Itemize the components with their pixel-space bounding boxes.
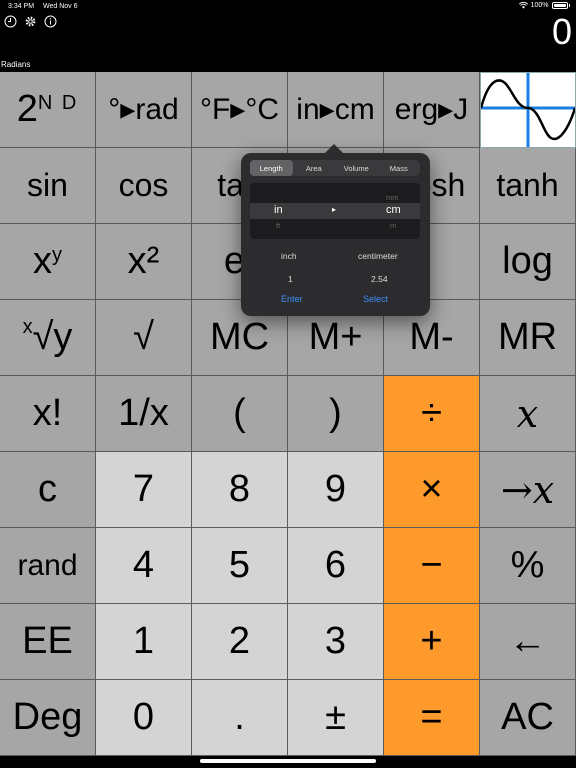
- tanh-button[interactable]: tanh: [480, 148, 576, 224]
- from-unit-below: ft: [276, 221, 281, 230]
- tab-length[interactable]: Length: [250, 160, 293, 176]
- toolbar-icons: [4, 15, 57, 28]
- x-variable-button[interactable]: x: [480, 376, 576, 452]
- enter-button[interactable]: Enter: [281, 294, 303, 304]
- all-clear-button[interactable]: AC: [480, 680, 576, 756]
- x-squared-button[interactable]: x²: [96, 224, 192, 300]
- select-button[interactable]: Select: [363, 294, 388, 304]
- to-unit-name: centimeter: [358, 251, 398, 261]
- tab-area[interactable]: Area: [293, 160, 336, 176]
- battery-percent: 100%: [530, 2, 549, 9]
- fahrenheit-to-celsius-button[interactable]: °F▸°C: [192, 72, 288, 148]
- inch-to-cm-button[interactable]: in▸cm: [288, 72, 384, 148]
- status-time: 3:34 PM: [8, 3, 35, 10]
- digit-6-button[interactable]: 6: [288, 528, 384, 604]
- from-unit-name: inch: [281, 251, 297, 261]
- to-value: 2.54: [371, 274, 388, 284]
- from-unit-selected[interactable]: in: [274, 204, 283, 216]
- digit-8-button[interactable]: 8: [192, 452, 288, 528]
- reciprocal-button[interactable]: 1/x: [96, 376, 192, 452]
- tab-mass[interactable]: Mass: [378, 160, 421, 176]
- digit-7-button[interactable]: 7: [96, 452, 192, 528]
- battery-icon: [551, 2, 568, 9]
- conversion-arrow-icon: ▸: [332, 205, 337, 214]
- square-root-button[interactable]: √: [96, 300, 192, 376]
- exponent-button[interactable]: EE: [0, 604, 96, 680]
- home-indicator[interactable]: [200, 759, 376, 763]
- decimal-point-button[interactable]: .: [192, 680, 288, 756]
- clear-button[interactable]: c: [0, 452, 96, 528]
- plus-minus-button[interactable]: ±: [288, 680, 384, 756]
- memory-recall-button[interactable]: MR: [480, 300, 576, 376]
- status-date: Wed Nov 6: [43, 3, 78, 10]
- add-button[interactable]: +: [384, 604, 480, 680]
- to-unit-selected[interactable]: cm: [386, 204, 401, 216]
- divide-button[interactable]: ÷: [384, 376, 480, 452]
- cos-button[interactable]: cos: [96, 148, 192, 224]
- percent-button[interactable]: %: [480, 528, 576, 604]
- unit-category-tabs: Length Area Volume Mass: [250, 160, 420, 176]
- multiply-button[interactable]: ×: [384, 452, 480, 528]
- sin-button[interactable]: sin: [0, 148, 96, 224]
- digit-3-button[interactable]: 3: [288, 604, 384, 680]
- graph-button[interactable]: [480, 72, 576, 148]
- factorial-button[interactable]: x!: [0, 376, 96, 452]
- digit-4-button[interactable]: 4: [96, 528, 192, 604]
- store-x-button[interactable]: →x: [480, 452, 576, 528]
- x-root-y-button[interactable]: x √y: [0, 300, 96, 376]
- history-icon[interactable]: [4, 15, 17, 28]
- right-paren-button[interactable]: ): [288, 376, 384, 452]
- to-unit-above: mm: [386, 193, 399, 202]
- backspace-button[interactable]: ←: [480, 604, 576, 680]
- degrees-mode-button[interactable]: Deg: [0, 680, 96, 756]
- wifi-icon: [518, 2, 528, 9]
- from-value: 1: [288, 274, 293, 284]
- digit-9-button[interactable]: 9: [288, 452, 384, 528]
- erg-to-joule-button[interactable]: erg▸J: [384, 72, 480, 148]
- digit-5-button[interactable]: 5: [192, 528, 288, 604]
- x-power-y-button[interactable]: xy: [0, 224, 96, 300]
- random-button[interactable]: rand: [0, 528, 96, 604]
- sine-graph-icon: [481, 73, 575, 147]
- equals-button[interactable]: =: [384, 680, 480, 756]
- unit-converter-popover: Length Area Volume Mass in ft ▸ mm cm m …: [241, 144, 430, 316]
- digit-1-button[interactable]: 1: [96, 604, 192, 680]
- log-button[interactable]: log: [480, 224, 576, 300]
- gear-icon[interactable]: [24, 15, 37, 28]
- info-icon[interactable]: [44, 15, 57, 28]
- deg-to-rad-button[interactable]: °▸rad: [96, 72, 192, 148]
- unit-picker[interactable]: in ft ▸ mm cm m: [250, 183, 420, 239]
- digit-2-button[interactable]: 2: [192, 604, 288, 680]
- display-value: 0: [551, 11, 572, 52]
- digit-0-button[interactable]: 0: [96, 680, 192, 756]
- second-function-button[interactable]: 2N D: [0, 72, 96, 148]
- to-unit-below: m: [390, 221, 397, 230]
- status-right: 100%: [518, 2, 570, 9]
- left-paren-button[interactable]: (: [192, 376, 288, 452]
- status-bar: 3:34 PM Wed Nov 6 100%: [0, 0, 576, 14]
- subtract-button[interactable]: −: [384, 528, 480, 604]
- angle-mode-label: Radians: [1, 60, 31, 69]
- tab-volume[interactable]: Volume: [335, 160, 378, 176]
